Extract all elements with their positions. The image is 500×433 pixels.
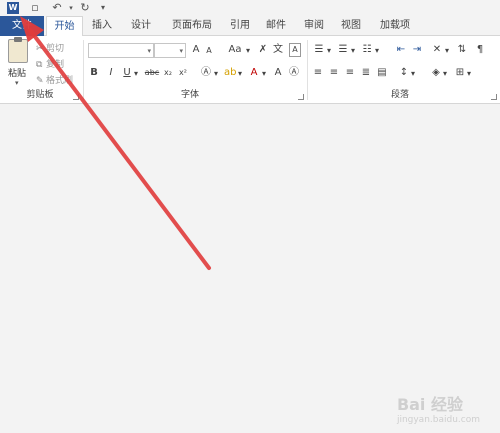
chevron-down-icon[interactable]: ▾ [236,67,244,81]
highlight-icon[interactable]: ab [224,66,236,80]
copy-icon: ⧉ [36,60,43,70]
enclose-characters-icon[interactable]: A [289,43,301,57]
align-left-icon[interactable]: ≡ [312,66,324,80]
chevron-down-icon: ▾ [147,47,151,55]
tab-review[interactable]: 审阅 [296,16,332,36]
group-divider [83,40,84,100]
shrink-font-button[interactable]: A [204,44,214,58]
ribbon: 粘贴 ▾ ✂ 剪切 ⧉ 复制 ✎ 格式刷 剪贴板 ▾ ▾ A A Aa ▾ ✗ 文 [0,36,500,104]
phonetic-guide-icon[interactable]: 文 [272,43,284,57]
strikethrough-button[interactable]: abc [144,66,160,80]
tab-addins[interactable]: 加载项 [372,16,418,36]
clipboard-group-label: 剪贴板 [26,90,54,100]
tab-insert[interactable]: 插入 [84,16,120,36]
chevron-down-icon: ▾ [179,47,183,55]
distribute-icon[interactable]: ▤ [376,66,388,80]
decrease-indent-icon[interactable]: ⇤ [394,43,408,57]
font-name-combo[interactable]: ▾ [88,43,154,58]
word-window: W ▫ ↶ ▾ ↻ ▾ 文件 开始 插入 设计 页面布局 引用 邮件 审阅 视图… [0,0,500,433]
paste-button-label[interactable]: 粘贴 [8,66,26,79]
chevron-down-icon[interactable]: ▾ [260,67,268,81]
chevron-down-icon[interactable]: ▾ [442,67,448,81]
tab-view[interactable]: 视图 [333,16,369,36]
ribbon-tabs: 文件 开始 插入 设计 页面布局 引用 邮件 审阅 视图 加载项 [0,16,500,37]
redo-icon[interactable]: ↻ [78,1,92,15]
tab-home[interactable]: 开始 [46,16,83,37]
save-icon[interactable]: ▫ [28,1,42,15]
font-size-combo[interactable]: ▾ [154,43,186,58]
line-spacing-icon[interactable]: ↕ [398,66,410,80]
watermark-sub: jingyan.baidu.com [396,415,480,425]
grow-font-button[interactable]: A [190,43,202,57]
chinese-layout-icon[interactable]: ✕ [430,43,444,57]
text-effects-icon[interactable]: Ⓐ [200,66,212,80]
font-group-label: 字体 [180,90,199,100]
chevron-down-icon[interactable]: ▾ [444,44,450,58]
superscript-button[interactable]: x² [177,66,189,80]
tab-design[interactable]: 设计 [122,16,160,36]
paragraph-launcher-icon[interactable] [491,94,497,100]
underline-button[interactable]: U [122,66,132,80]
character-shading-icon[interactable]: A [272,66,284,80]
word-app-icon: W [7,2,19,14]
chevron-down-icon[interactable]: ▾ [326,44,332,58]
group-divider [307,40,308,100]
paste-icon[interactable] [8,37,28,63]
paragraph-group-label: 段落 [390,90,409,100]
cut-label: 剪切 [46,44,65,54]
tab-file[interactable]: 文件 [0,16,44,36]
chevron-down-icon[interactable]: ▾ [410,67,416,81]
tab-page-layout[interactable]: 页面布局 [162,16,222,36]
change-case-button[interactable]: Aa [226,43,244,57]
chevron-down-icon[interactable]: ▾ [132,67,140,81]
tab-mailings[interactable]: 邮件 [258,16,294,36]
format-painter-label: 格式刷 [46,76,74,86]
chevron-down-icon[interactable]: ▾ [350,44,356,58]
align-center-icon[interactable]: ≡ [328,66,340,80]
multilevel-list-icon[interactable]: ☷ [360,43,374,57]
cut-button[interactable]: ✂ 剪切 [36,41,64,54]
font-launcher-icon[interactable] [298,94,304,100]
format-painter-button[interactable]: ✎ 格式刷 [36,73,73,86]
undo-dropdown-icon[interactable]: ▾ [64,1,78,15]
chevron-down-icon[interactable]: ▾ [374,44,380,58]
clear-formatting-icon[interactable]: ✗ [256,43,270,57]
numbering-icon[interactable]: ☰ [336,43,350,57]
align-right-icon[interactable]: ≡ [344,66,356,80]
chevron-down-icon[interactable]: ▾ [212,67,220,81]
show-marks-icon[interactable]: ¶ [474,43,486,57]
chevron-down-icon[interactable]: ▾ [466,67,472,81]
borders-icon[interactable]: ⊞ [454,66,466,80]
clipboard-launcher-icon[interactable] [73,94,79,100]
document-area[interactable] [0,105,500,433]
copy-button[interactable]: ⧉ 复制 [36,57,64,70]
bullets-icon[interactable]: ☰ [312,43,326,57]
increase-indent-icon[interactable]: ⇥ [410,43,424,57]
undo-icon[interactable]: ↶ [50,1,64,15]
subscript-button[interactable]: x₂ [162,66,174,80]
quick-access-toolbar: W ▫ ↶ ▾ ↻ ▾ [0,0,500,16]
bold-button[interactable]: B [89,66,99,80]
paste-dropdown-icon[interactable]: ▾ [15,79,19,87]
shading-icon[interactable]: ◈ [430,66,442,80]
italic-button[interactable]: I [106,66,116,80]
scissors-icon: ✂ [36,44,44,54]
customize-icon[interactable]: ▾ [96,1,110,15]
chevron-down-icon[interactable]: ▾ [244,44,252,58]
tab-references[interactable]: 引用 [222,16,258,36]
enclose-icon[interactable]: Ⓐ [288,66,300,80]
font-color-button[interactable]: A [248,66,260,80]
copy-label: 复制 [46,60,65,70]
sort-icon[interactable]: ⇅ [456,43,468,57]
watermark-text: Bai 经验 [396,395,463,414]
watermark: Bai 经验 jingyan.baidu.com [397,391,480,425]
justify-icon[interactable]: ≣ [360,66,372,80]
brush-icon: ✎ [36,76,44,86]
